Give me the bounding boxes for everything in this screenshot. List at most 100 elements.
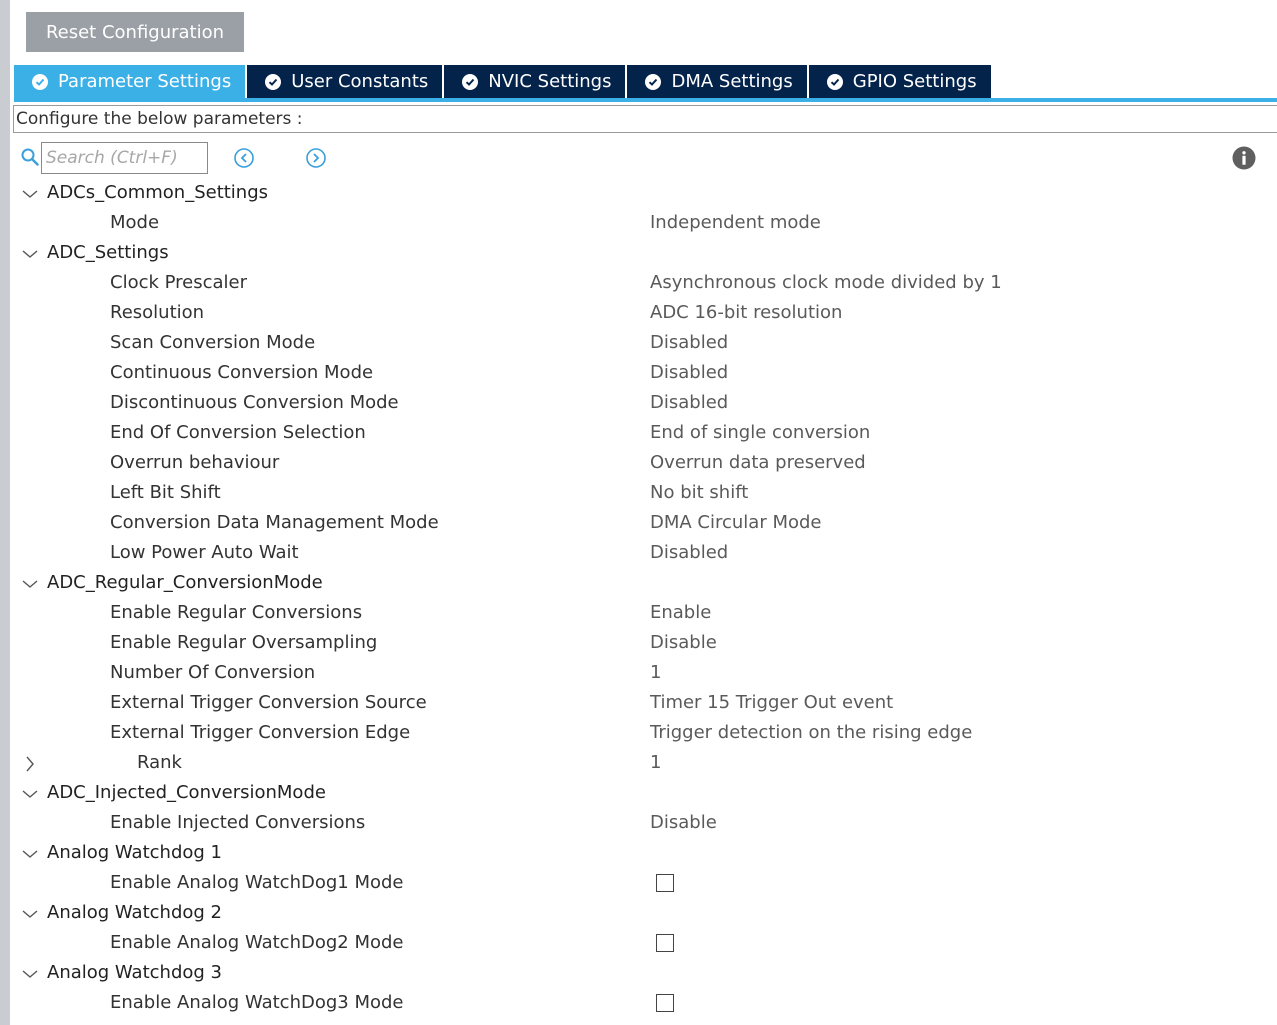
param-label: External Trigger Conversion Edge — [110, 722, 411, 743]
group-label: ADCs_Common_Settings — [47, 182, 269, 203]
param-label: Low Power Auto Wait — [110, 542, 299, 563]
param-value[interactable]: Timer 15 Trigger Out event — [650, 692, 893, 713]
info-icon[interactable] — [1232, 146, 1256, 170]
param-value[interactable]: Disable — [650, 632, 717, 653]
check-circle-icon — [462, 73, 479, 90]
config-tabs: Parameter Settings User Constants NVIC S… — [14, 65, 993, 98]
param-value[interactable]: Disabled — [650, 362, 728, 383]
group-row[interactable]: Analog Watchdog 1 — [0, 839, 1277, 869]
tab-label: GPIO Settings — [852, 71, 977, 92]
param-row: Low Power Auto Wait Disabled — [0, 539, 1277, 569]
param-value[interactable]: ADC 16-bit resolution — [650, 302, 842, 323]
check-circle-icon — [645, 73, 662, 90]
param-row: Mode Independent mode — [0, 209, 1277, 239]
param-value[interactable]: 1 — [650, 752, 661, 773]
param-row: Enable Regular Oversampling Disable — [0, 629, 1277, 659]
param-row: Number Of Conversion 1 — [0, 659, 1277, 689]
param-label: Left Bit Shift — [110, 482, 221, 503]
watchdog2-checkbox[interactable] — [656, 934, 674, 952]
param-row: Discontinuous Conversion Mode Disabled — [0, 389, 1277, 419]
param-label: Rank — [137, 752, 182, 773]
param-label: Scan Conversion Mode — [110, 332, 316, 353]
watchdog3-checkbox[interactable] — [656, 994, 674, 1012]
tab-nvic-settings[interactable]: NVIC Settings — [444, 65, 628, 98]
param-value[interactable]: 1 — [650, 662, 661, 683]
param-row: External Trigger Conversion Source Timer… — [0, 689, 1277, 719]
tab-dma-settings[interactable]: DMA Settings — [627, 65, 809, 98]
parameter-tree: ADCs_Common_Settings Mode Independent mo… — [0, 179, 1277, 1019]
param-value[interactable]: Asynchronous clock mode divided by 1 — [650, 272, 1002, 293]
tab-gpio-settings[interactable]: GPIO Settings — [808, 65, 993, 98]
group-row[interactable]: ADC_Settings — [0, 239, 1277, 269]
group-row[interactable]: ADC_Injected_ConversionMode — [0, 779, 1277, 809]
group-row[interactable]: ADCs_Common_Settings — [0, 179, 1277, 209]
param-row: Resolution ADC 16-bit resolution — [0, 299, 1277, 329]
check-circle-icon — [826, 73, 843, 90]
chevron-down-icon[interactable] — [20, 244, 40, 264]
param-value[interactable]: Overrun data preserved — [650, 452, 866, 473]
group-row[interactable]: Analog Watchdog 2 — [0, 899, 1277, 929]
group-label: ADC_Settings — [47, 242, 169, 263]
param-label: Enable Analog WatchDog2 Mode — [110, 932, 404, 953]
group-label: Analog Watchdog 3 — [47, 962, 222, 983]
param-label: Enable Analog WatchDog1 Mode — [110, 872, 404, 893]
chevron-right-icon[interactable] — [20, 754, 40, 774]
tab-label: DMA Settings — [671, 71, 793, 92]
param-label: Conversion Data Management Mode — [110, 512, 439, 533]
param-label: Discontinuous Conversion Mode — [110, 392, 399, 413]
group-label: Analog Watchdog 1 — [47, 842, 222, 863]
param-row: Enable Analog WatchDog1 Mode — [0, 869, 1277, 899]
param-label: Enable Injected Conversions — [110, 812, 366, 833]
search-input[interactable] — [41, 142, 208, 174]
next-result-icon[interactable] — [305, 147, 327, 169]
param-label: Continuous Conversion Mode — [110, 362, 374, 383]
param-value[interactable]: Disabled — [650, 542, 728, 563]
param-label: Clock Prescaler — [110, 272, 248, 293]
param-label: External Trigger Conversion Source — [110, 692, 427, 713]
group-label: Analog Watchdog 2 — [47, 902, 222, 923]
param-row: Left Bit Shift No bit shift — [0, 479, 1277, 509]
chevron-down-icon[interactable] — [20, 574, 40, 594]
param-value[interactable]: Trigger detection on the rising edge — [650, 722, 972, 743]
param-label: Enable Analog WatchDog3 Mode — [110, 992, 404, 1013]
previous-result-icon[interactable] — [233, 147, 255, 169]
param-value[interactable]: No bit shift — [650, 482, 748, 503]
param-label: End Of Conversion Selection — [110, 422, 366, 443]
group-row[interactable]: Analog Watchdog 3 — [0, 959, 1277, 989]
param-value[interactable]: Disabled — [650, 392, 728, 413]
param-value[interactable]: End of single conversion — [650, 422, 870, 443]
group-label: ADC_Regular_ConversionMode — [47, 572, 323, 593]
group-label: ADC_Injected_ConversionMode — [47, 782, 326, 803]
param-row: Overrun behaviour Overrun data preserved — [0, 449, 1277, 479]
search-icon — [21, 148, 39, 166]
param-value[interactable]: DMA Circular Mode — [650, 512, 822, 533]
rank-row[interactable]: Rank 1 — [0, 749, 1277, 779]
check-circle-icon — [32, 73, 48, 90]
param-value[interactable]: Disable — [650, 812, 717, 833]
param-label: Enable Regular Oversampling — [110, 632, 378, 653]
param-value[interactable]: Enable — [650, 602, 711, 623]
chevron-down-icon[interactable] — [20, 184, 40, 204]
param-label: Mode — [110, 212, 160, 233]
param-row: End Of Conversion Selection End of singl… — [0, 419, 1277, 449]
param-label: Overrun behaviour — [110, 452, 280, 473]
chevron-down-icon[interactable] — [20, 904, 40, 924]
param-row: Enable Analog WatchDog2 Mode — [0, 929, 1277, 959]
tab-parameter-settings[interactable]: Parameter Settings — [14, 65, 248, 98]
param-value[interactable]: Independent mode — [650, 212, 821, 233]
chevron-down-icon[interactable] — [20, 784, 40, 804]
chevron-down-icon[interactable] — [20, 844, 40, 864]
param-row: Conversion Data Management Mode DMA Circ… — [0, 509, 1277, 539]
chevron-down-icon[interactable] — [20, 964, 40, 984]
tab-user-constants[interactable]: User Constants — [247, 65, 445, 98]
check-circle-icon — [265, 73, 282, 90]
param-row: Scan Conversion Mode Disabled — [0, 329, 1277, 359]
tab-label: Parameter Settings — [58, 71, 232, 92]
param-row: Clock Prescaler Asynchronous clock mode … — [0, 269, 1277, 299]
param-value[interactable]: Disabled — [650, 332, 728, 353]
reset-configuration-button[interactable]: Reset Configuration — [26, 12, 244, 52]
group-row[interactable]: ADC_Regular_ConversionMode — [0, 569, 1277, 599]
param-label: Number Of Conversion — [110, 662, 316, 683]
param-label: Resolution — [110, 302, 205, 323]
watchdog1-checkbox[interactable] — [656, 874, 674, 892]
